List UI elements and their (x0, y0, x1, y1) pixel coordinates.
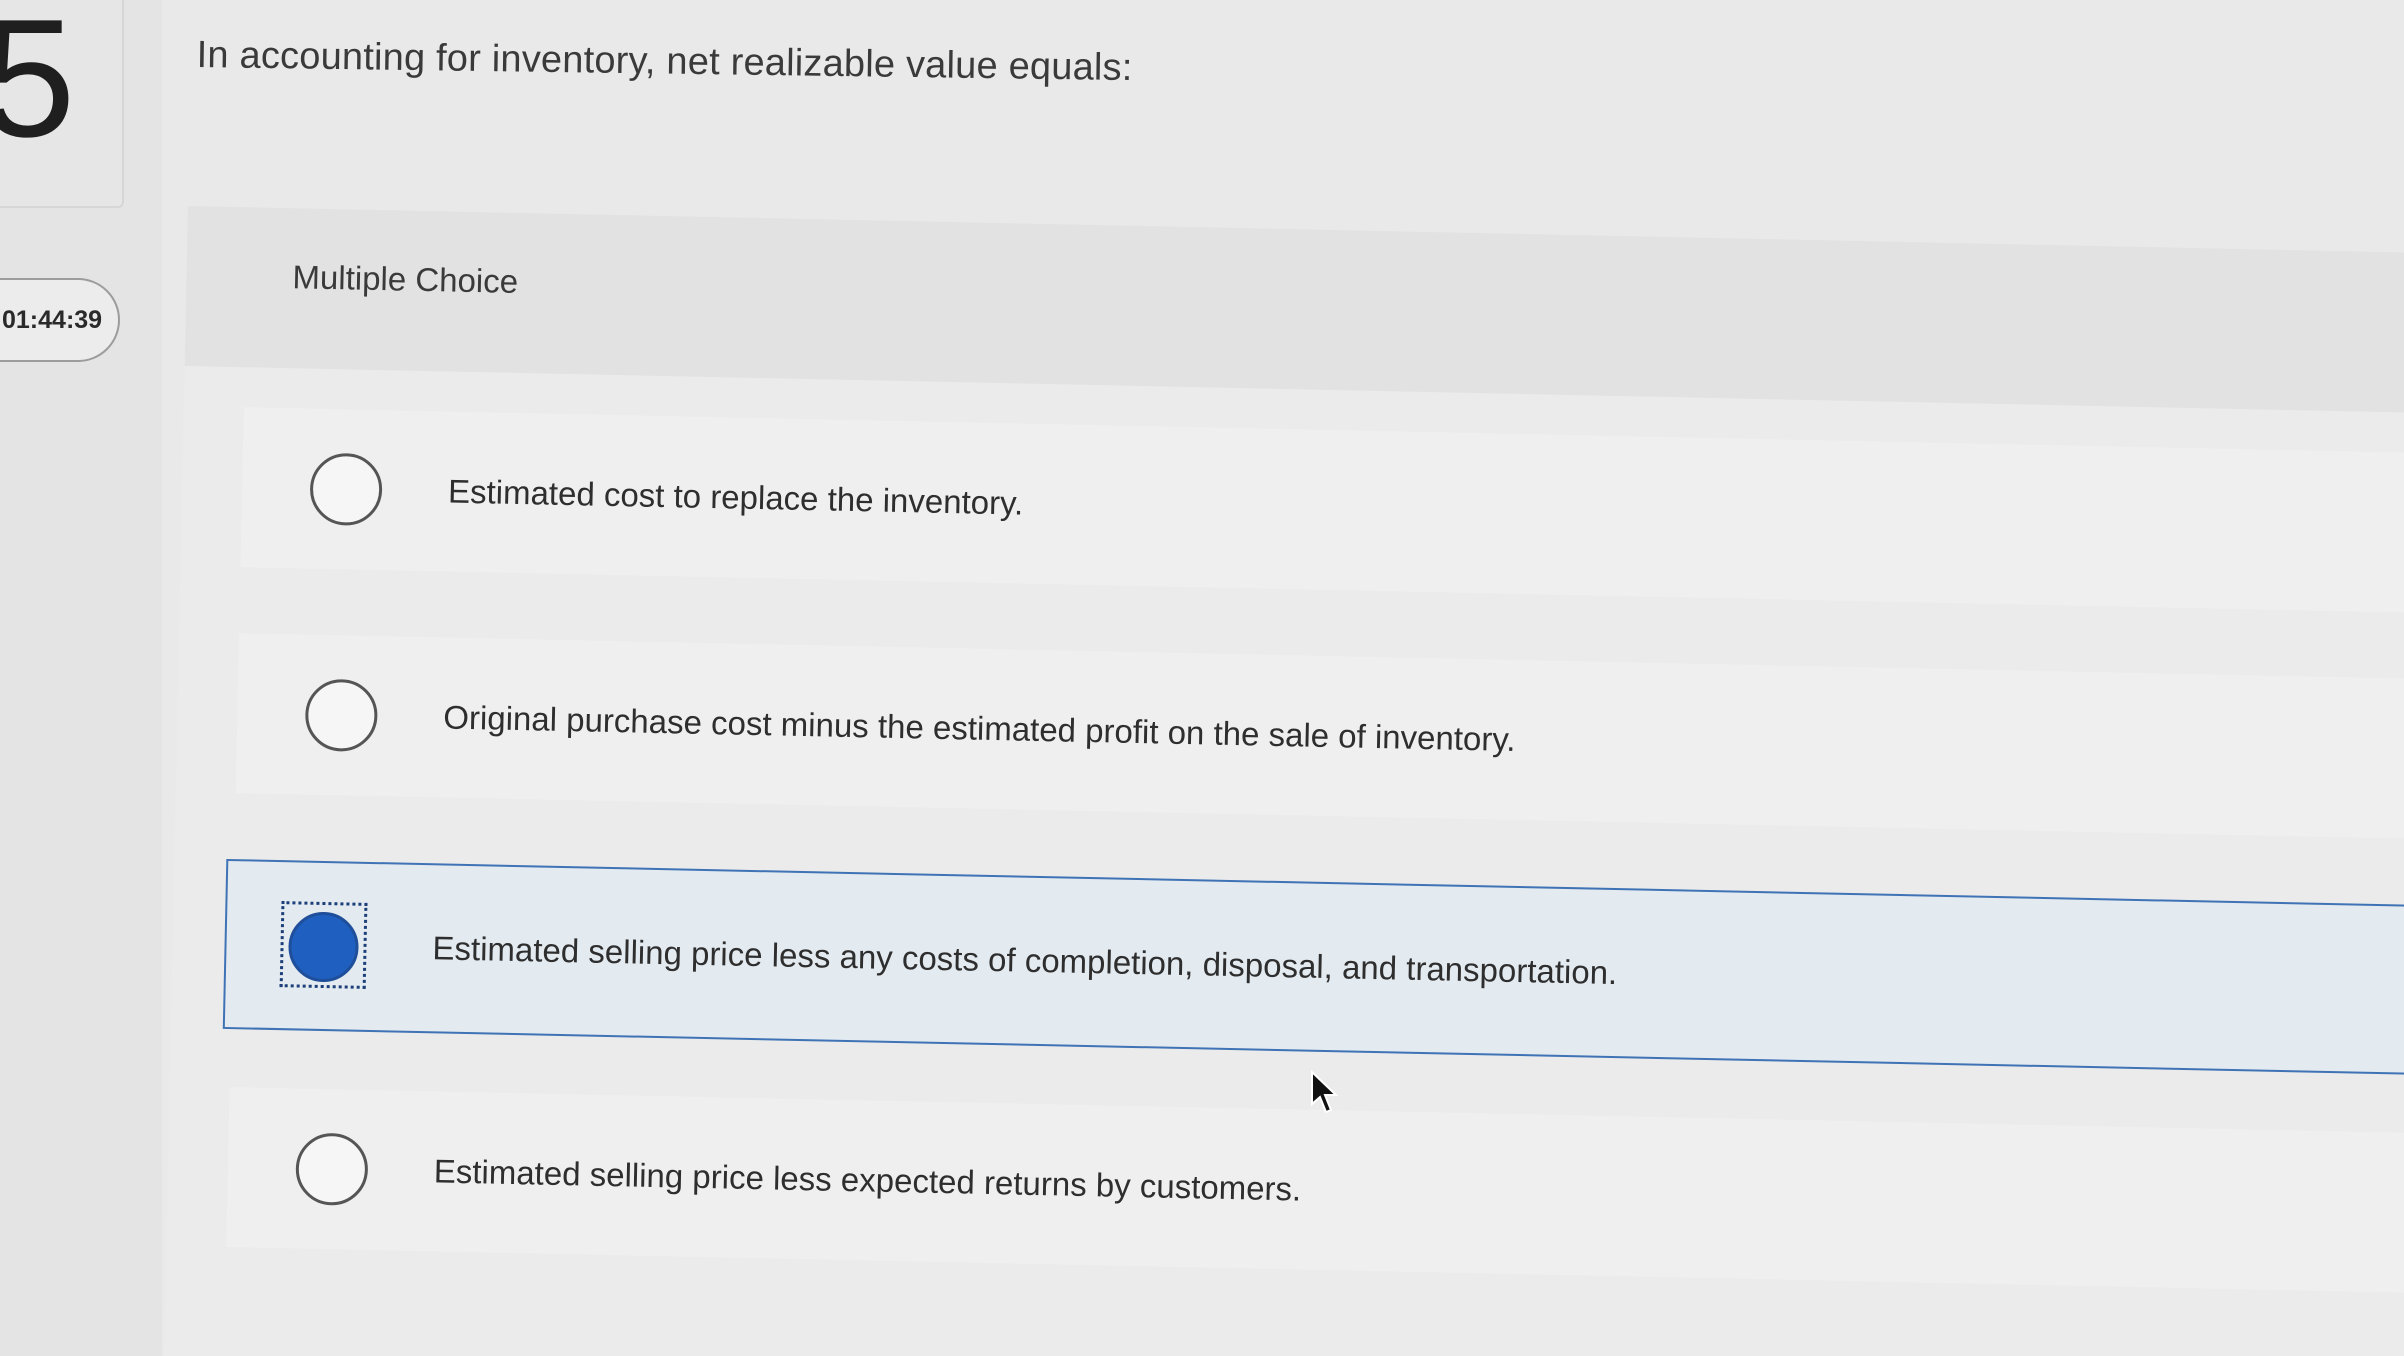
card-header: Multiple Choice (184, 206, 2404, 413)
radio-button[interactable] (309, 452, 383, 527)
answer-option[interactable]: Estimated cost to replace the inventory. (240, 407, 2404, 614)
answer-option-label: Estimated selling price less expected re… (433, 1152, 1302, 1208)
answer-card: Multiple Choice Estimated cost to replac… (163, 206, 2404, 1356)
question-number: 5 (0, 0, 76, 172)
answer-option-selected[interactable]: Estimated selling price less any costs o… (222, 858, 2404, 1075)
answer-option-label: Estimated cost to replace the inventory. (447, 472, 1024, 522)
quiz-page: 5 01:44:39 In accounting for inventory, … (0, 0, 2404, 1356)
timer[interactable]: 01:44:39 (0, 278, 120, 362)
question-number-box: 5 (0, 0, 124, 208)
radio-button[interactable] (295, 1132, 369, 1206)
question-text: In accounting for inventory, net realiza… (196, 34, 1133, 90)
answer-option[interactable]: Original purchase cost minus the estimat… (235, 633, 2404, 840)
left-rail: 5 01:44:39 (0, 0, 162, 1356)
mouse-cursor-icon (1311, 1070, 1339, 1114)
answer-option-label: Estimated selling price less any costs o… (432, 929, 1618, 992)
answer-option[interactable]: Estimated selling price less expected re… (226, 1087, 2404, 1294)
question-type-label: Multiple Choice (292, 258, 519, 300)
radio-button[interactable] (304, 678, 379, 753)
answer-option-label: Original purchase cost minus the estimat… (442, 698, 1516, 758)
